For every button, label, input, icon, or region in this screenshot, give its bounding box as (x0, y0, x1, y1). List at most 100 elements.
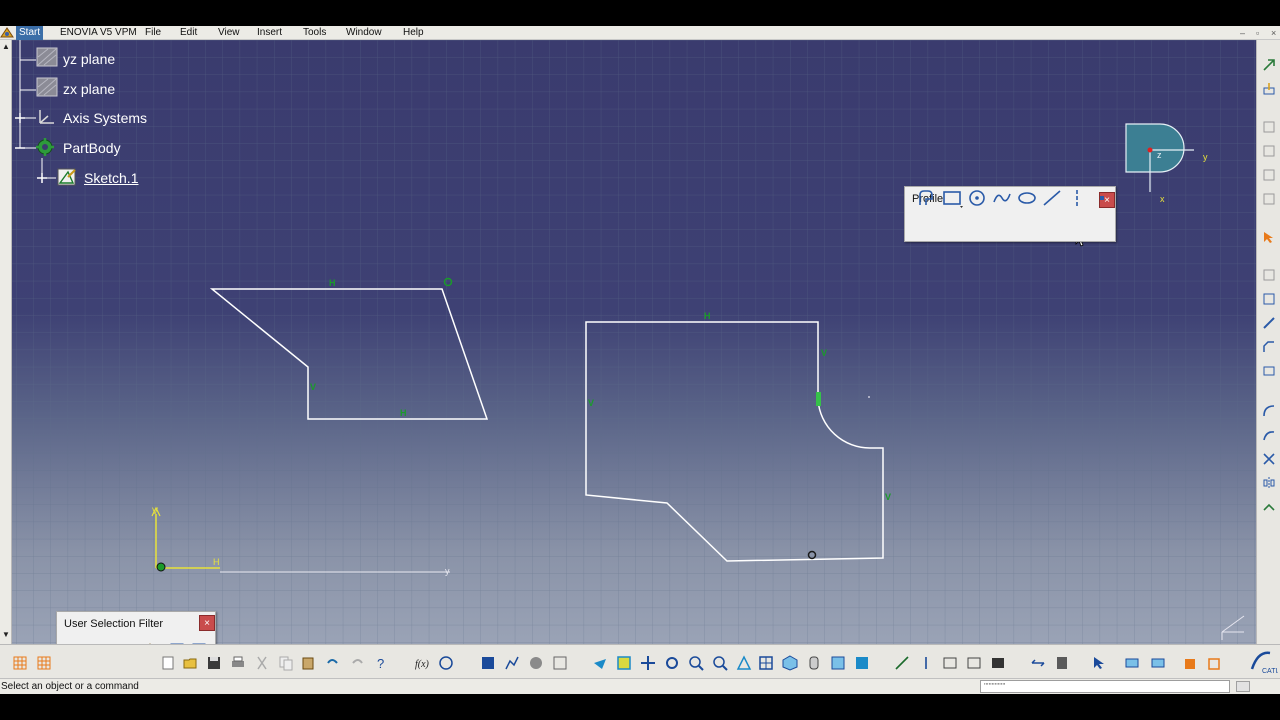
zoom-out-icon[interactable] (712, 655, 728, 671)
swap-visible-space-icon[interactable] (1030, 655, 1046, 671)
cut-icon[interactable] (254, 655, 270, 671)
table-icon[interactable] (480, 655, 496, 671)
open-icon[interactable] (182, 655, 198, 671)
snap-grid-icon[interactable] (36, 655, 52, 671)
iso-view-icon[interactable] (782, 655, 798, 671)
menu-help[interactable]: Help (400, 26, 427, 40)
rectangle-icon[interactable] (941, 187, 963, 209)
pan-icon[interactable] (640, 655, 656, 671)
left-scrollbar[interactable]: ▲ ▼ (0, 40, 12, 644)
ellipse-icon[interactable] (1016, 187, 1038, 209)
menu-file[interactable]: File (142, 26, 164, 40)
grid-icon[interactable] (12, 655, 28, 671)
tree-item-sketch-1[interactable]: Sketch.1 (84, 170, 138, 186)
selected-point-marker (816, 392, 821, 406)
print-icon[interactable] (230, 655, 246, 671)
hide-show-icon[interactable] (854, 655, 870, 671)
user-selection-filter-toolbar[interactable]: User Selection Filter × (56, 611, 216, 644)
photo-studio-icon[interactable] (990, 655, 1006, 671)
constraint-icon[interactable] (1262, 268, 1276, 282)
spline-icon[interactable] (991, 187, 1013, 209)
plane-icon (36, 77, 58, 97)
formula-icon[interactable]: f(x) (414, 655, 430, 671)
minimize-icon[interactable]: – (1240, 26, 1245, 40)
sketch-orientation-icon[interactable] (1262, 82, 1276, 96)
break-icon[interactable] (1262, 452, 1276, 466)
line-icon[interactable] (1041, 187, 1063, 209)
dimensional-display-icon[interactable] (918, 655, 934, 671)
menu-insert[interactable]: Insert (254, 26, 285, 40)
parameters-icon[interactable] (552, 655, 568, 671)
grid-toggle-icon[interactable] (1262, 120, 1276, 134)
axis-icon[interactable] (1066, 187, 1088, 209)
save-icon[interactable] (206, 655, 222, 671)
profile-icon[interactable] (916, 187, 938, 209)
stacked-icon[interactable] (1124, 655, 1140, 671)
profile-toolbar[interactable]: Profile × (904, 186, 1116, 242)
three-point-arc-icon[interactable] (1262, 428, 1276, 442)
scroll-up-icon[interactable]: ▲ (1, 42, 11, 52)
usf-toolbar-close-button[interactable]: × (199, 615, 215, 631)
analysis-icon[interactable] (504, 655, 520, 671)
command-input-button[interactable] (1236, 681, 1250, 692)
construction-element-icon[interactable] (1262, 168, 1276, 182)
measure-icon[interactable] (528, 655, 544, 671)
menu-start[interactable]: Start (16, 26, 44, 40)
scroll-down-icon[interactable]: ▼ (1, 630, 11, 640)
tools-palette-icon[interactable] (1182, 655, 1198, 671)
fit-all-icon[interactable] (616, 655, 632, 671)
cut-part-icon[interactable] (830, 655, 846, 671)
multi-view-icon[interactable] (758, 655, 774, 671)
select-icon[interactable] (1262, 230, 1276, 244)
constraints-display-icon[interactable] (894, 655, 910, 671)
tree-item-axis-systems[interactable]: Axis Systems (63, 110, 147, 126)
arc-icon[interactable] (1262, 404, 1276, 418)
restore-icon[interactable]: ▫ (1256, 26, 1259, 40)
menu-enovia[interactable]: ENOVIA V5 VPM (57, 26, 140, 40)
tree-item-yz-plane[interactable]: yz plane (63, 51, 115, 67)
trim-icon[interactable] (1262, 364, 1276, 378)
chamfer-icon[interactable] (1262, 340, 1276, 354)
geometric-constraints-icon[interactable] (1262, 192, 1276, 206)
manipulation-icon[interactable] (1206, 655, 1222, 671)
menu-bar: Start ENOVIA V5 VPM File Edit View Inser… (0, 26, 1280, 40)
layer-icon[interactable] (942, 655, 958, 671)
catalog-icon[interactable] (1150, 655, 1166, 671)
sketch-viewport[interactable]: H V H H V V V V H y z y x yz plane zx pl… (12, 40, 1256, 644)
circle-icon[interactable] (966, 187, 988, 209)
menu-window[interactable]: Window (343, 26, 385, 40)
close-window-icon[interactable]: × (1271, 26, 1276, 40)
command-input[interactable]: '''''''''''''' (980, 680, 1230, 693)
select-arrow-icon[interactable] (1092, 655, 1108, 671)
tree-item-zx-plane[interactable]: zx plane (63, 81, 115, 97)
paste-icon[interactable] (300, 655, 316, 671)
constraint-vertical-label: V (588, 398, 594, 408)
mirror-icon[interactable] (1262, 476, 1276, 490)
corner-icon[interactable] (1262, 316, 1276, 330)
constraint-dialog-icon[interactable] (1262, 292, 1276, 306)
snap-to-point-icon[interactable] (1262, 144, 1276, 158)
exit-workbench-icon[interactable] (1262, 58, 1276, 72)
help-icon[interactable]: ? (374, 655, 390, 671)
undo-icon[interactable] (324, 655, 340, 671)
fly-mode-icon[interactable] (592, 655, 608, 671)
normal-view-icon[interactable] (736, 655, 752, 671)
menu-view[interactable]: View (215, 26, 243, 40)
constraint-horizontal-label: H (400, 408, 407, 418)
knowledge-icon[interactable] (438, 655, 454, 671)
new-icon[interactable] (160, 655, 176, 671)
menu-tools[interactable]: Tools (300, 26, 329, 40)
shading-icon[interactable] (806, 655, 822, 671)
point-icon[interactable] (1091, 187, 1113, 209)
viewport-canvas[interactable]: H V H H V V V V H y z y x (12, 40, 1256, 644)
redo-icon[interactable] (350, 655, 366, 671)
project-3d-elements-icon[interactable] (1262, 500, 1276, 514)
menu-edit[interactable]: Edit (177, 26, 200, 40)
properties-icon[interactable] (966, 655, 982, 671)
zoom-in-icon[interactable] (688, 655, 704, 671)
tree-item-partbody[interactable]: PartBody (63, 140, 121, 156)
save-management-icon[interactable] (1054, 655, 1070, 671)
svg-text:CATIA: CATIA (1262, 668, 1278, 675)
copy-icon[interactable] (278, 655, 294, 671)
rotate-icon[interactable] (664, 655, 680, 671)
